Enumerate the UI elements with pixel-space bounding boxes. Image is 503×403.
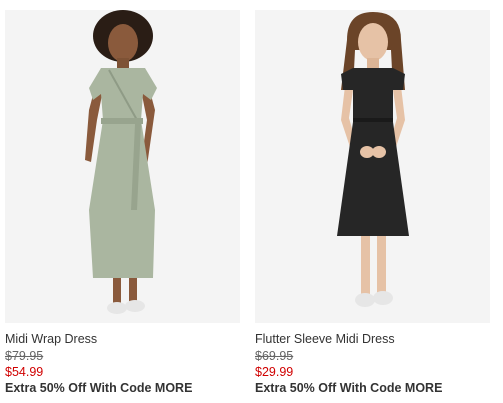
product-card-midi-wrap-dress[interactable]: Midi Wrap Dress $79.95 $54.99 Extra 50% … [5, 10, 240, 400]
product-name[interactable]: Flutter Sleeve Midi Dress [255, 331, 490, 348]
product-card-flutter-sleeve-midi-dress[interactable]: Flutter Sleeve Midi Dress $69.95 $29.99 … [255, 10, 490, 400]
model-in-black-dress-illustration [255, 10, 490, 323]
product-image[interactable] [255, 10, 490, 323]
sale-price: $29.99 [255, 365, 294, 379]
model-in-green-wrap-dress-illustration [5, 10, 240, 323]
product-info: Midi Wrap Dress $79.95 $54.99 Extra 50% … [5, 331, 240, 397]
original-price: $79.95 [5, 349, 44, 363]
product-info: Flutter Sleeve Midi Dress $69.95 $29.99 … [255, 331, 490, 397]
sale-price: $54.99 [5, 365, 44, 379]
product-name[interactable]: Midi Wrap Dress [5, 331, 240, 348]
product-grid: Midi Wrap Dress $79.95 $54.99 Extra 50% … [5, 10, 499, 400]
promo-text: Extra 50% Off With Code MORE [255, 381, 443, 395]
product-image[interactable] [5, 10, 240, 323]
original-price: $69.95 [255, 349, 294, 363]
promo-text: Extra 50% Off With Code MORE [5, 381, 193, 395]
